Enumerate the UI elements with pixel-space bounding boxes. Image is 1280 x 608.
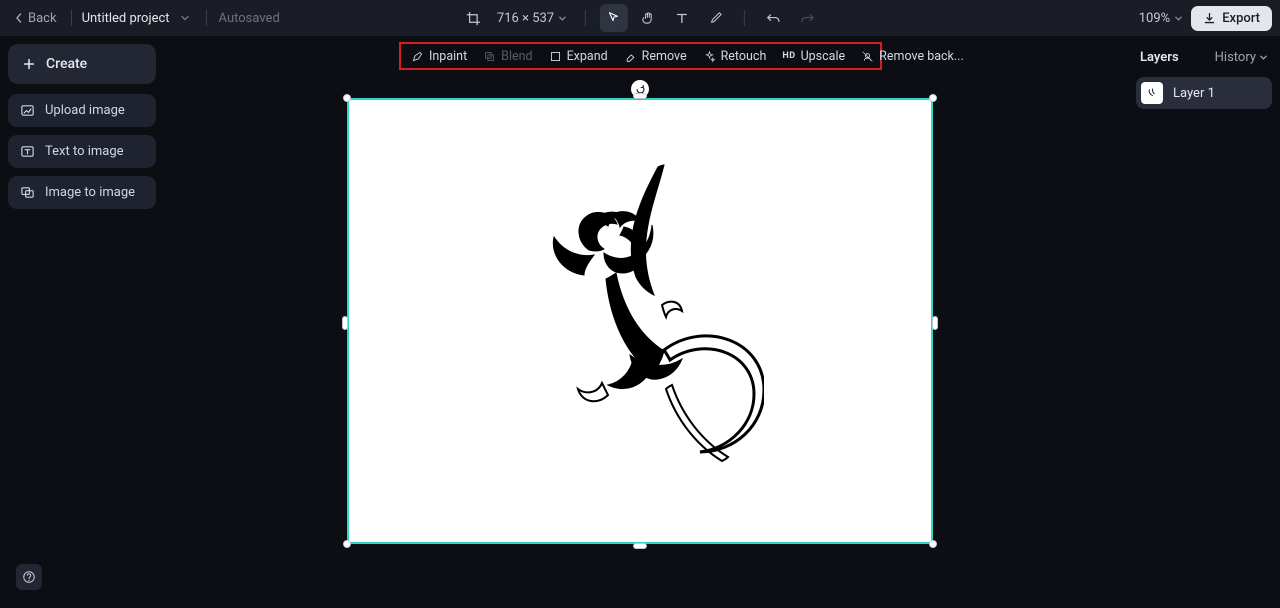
hand-icon (641, 11, 656, 26)
eraser-icon (624, 50, 637, 63)
layer-thumbnail (1141, 82, 1163, 104)
ctx-label: Remove back... (879, 49, 964, 64)
hand-tool-button[interactable] (634, 4, 662, 32)
export-button[interactable]: Export (1191, 6, 1272, 31)
canvas-artwork (534, 155, 764, 475)
blend-icon (483, 50, 496, 63)
text-icon (675, 11, 689, 25)
project-dropdown[interactable] (180, 13, 190, 23)
left-sidebar: Create Upload image Text to image Image … (8, 44, 156, 217)
cursor-icon (607, 11, 621, 25)
resize-handle-mt[interactable] (633, 93, 647, 99)
ctx-label: Upscale (801, 49, 846, 64)
chevron-down-icon (558, 14, 567, 23)
layers-panel: Layers History Layer 1 (1136, 44, 1272, 109)
sidebar-item-label: Upload image (45, 103, 125, 118)
image-to-image-icon (20, 185, 35, 200)
remove-bg-icon (861, 50, 874, 63)
top-bar: Back Untitled project Autosaved 716 × 53… (0, 0, 1280, 36)
history-dropdown[interactable]: History (1215, 50, 1268, 65)
blend-button: Blend (475, 44, 540, 68)
crop-icon (465, 11, 480, 26)
upscale-button[interactable]: HD Upscale (774, 44, 853, 68)
history-label: History (1215, 50, 1256, 65)
export-label: Export (1222, 11, 1260, 26)
eyedropper-tool-button[interactable] (702, 4, 730, 32)
hd-icon: HD (782, 51, 795, 61)
divider (585, 10, 586, 26)
resize-handle-br[interactable] (929, 540, 937, 548)
ctx-label: Remove (642, 49, 687, 64)
right-controls: 109% Export (1139, 6, 1272, 31)
dimensions-text: 716 × 537 (497, 11, 554, 26)
expand-icon (549, 50, 562, 63)
help-button[interactable] (16, 564, 42, 590)
crop-button[interactable] (459, 4, 487, 32)
chevron-down-icon (1174, 14, 1183, 23)
remove-background-button[interactable]: Remove back... (853, 44, 972, 68)
resize-handle-tl[interactable] (343, 94, 351, 102)
inpaint-icon (411, 50, 424, 63)
autosaved-label: Autosaved (219, 11, 280, 26)
layer-item[interactable]: Layer 1 (1136, 77, 1272, 109)
undo-icon (766, 11, 781, 26)
redo-icon (800, 11, 815, 26)
ctx-label: Expand (567, 49, 608, 64)
redo-button[interactable] (793, 4, 821, 32)
resize-handle-mb[interactable] (633, 543, 647, 549)
layers-title: Layers (1140, 50, 1179, 65)
sidebar-item-label: Text to image (45, 144, 124, 159)
chevron-down-icon (1259, 53, 1268, 62)
context-toolbar: Inpaint Blend Expand Remove Retouch HD U… (399, 42, 882, 70)
remove-button[interactable]: Remove (616, 44, 695, 68)
chevron-down-icon (180, 13, 190, 23)
chevron-left-icon (14, 13, 24, 23)
back-label: Back (28, 11, 57, 26)
divider (206, 10, 207, 26)
create-label: Create (46, 56, 87, 72)
divider (744, 10, 745, 26)
text-tool-button[interactable] (668, 4, 696, 32)
upload-image-button[interactable]: Upload image (8, 94, 156, 127)
retouch-icon (703, 50, 716, 63)
dimensions-dropdown[interactable]: 716 × 537 (493, 11, 571, 26)
back-button[interactable]: Back (8, 11, 63, 26)
resize-handle-ml[interactable] (342, 316, 348, 330)
cursor-tool-button[interactable] (600, 4, 628, 32)
resize-handle-bl[interactable] (343, 540, 351, 548)
help-icon (22, 570, 36, 584)
retouch-button[interactable]: Retouch (695, 44, 775, 68)
inpaint-button[interactable]: Inpaint (403, 44, 475, 68)
upload-image-icon (20, 103, 35, 118)
center-controls: 716 × 537 (459, 4, 821, 32)
divider (71, 10, 72, 26)
text-to-image-button[interactable]: Text to image (8, 135, 156, 168)
create-button[interactable]: Create (8, 44, 156, 84)
text-to-image-icon (20, 144, 35, 159)
resize-handle-mr[interactable] (932, 316, 938, 330)
ctx-label: Retouch (721, 49, 767, 64)
download-icon (1203, 12, 1216, 25)
image-to-image-button[interactable]: Image to image (8, 176, 156, 209)
canvas[interactable] (347, 98, 933, 544)
layer-label: Layer 1 (1173, 86, 1215, 101)
zoom-text: 109% (1139, 11, 1170, 26)
ctx-label: Inpaint (429, 49, 467, 64)
expand-button[interactable]: Expand (541, 44, 616, 68)
plus-icon (22, 57, 36, 71)
panel-header: Layers History (1136, 44, 1272, 77)
eyedropper-icon (709, 11, 723, 25)
project-title[interactable]: Untitled project (80, 11, 172, 26)
resize-handle-tr[interactable] (929, 94, 937, 102)
selection-border (347, 98, 933, 544)
sidebar-item-label: Image to image (45, 185, 135, 200)
zoom-dropdown[interactable]: 109% (1139, 11, 1183, 26)
ctx-label: Blend (501, 49, 532, 64)
undo-button[interactable] (759, 4, 787, 32)
